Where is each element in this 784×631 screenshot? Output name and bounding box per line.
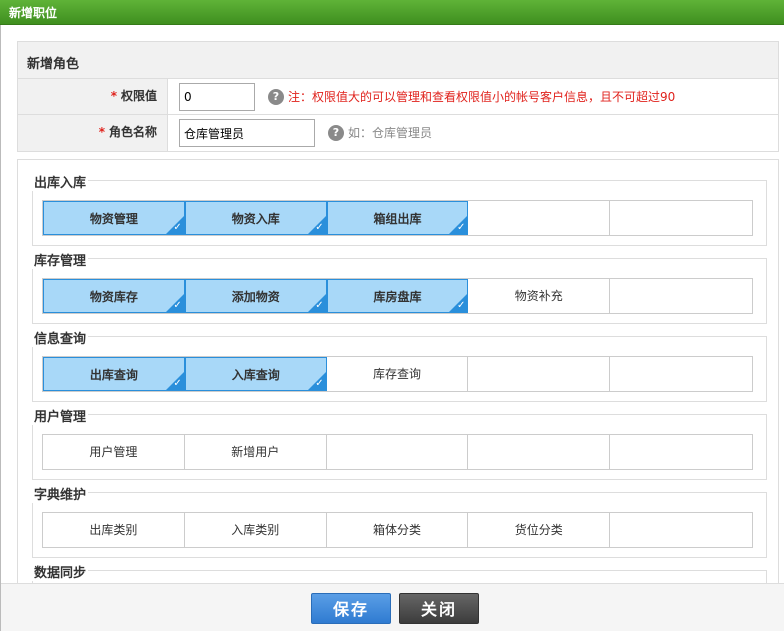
permission-item-label: 箱组出库 bbox=[373, 212, 422, 226]
permission-item-label: 库房盘库 bbox=[373, 290, 422, 304]
permission-item[interactable]: 箱体分类 bbox=[326, 513, 469, 547]
permission-item-label: 库存查询 bbox=[372, 367, 421, 381]
permission-item[interactable]: 添加物资 ✓ bbox=[184, 279, 327, 313]
window-titlebar: 新增职位 bbox=[0, 0, 784, 25]
level-hint: ? 注：权限值大的可以管理和查看权限值小的帐号客户信息，且不可超过90 bbox=[268, 88, 675, 105]
permission-item[interactable]: 入库查询 ✓ bbox=[184, 357, 327, 391]
permission-item[interactable]: 物资管理 ✓ bbox=[43, 201, 185, 235]
required-mark: * bbox=[98, 125, 105, 139]
checkmark-icon: ✓ bbox=[315, 378, 324, 389]
help-icon: ? bbox=[328, 124, 344, 141]
permission-item[interactable] bbox=[610, 279, 752, 313]
permission-item[interactable] bbox=[610, 435, 752, 469]
help-icon: ? bbox=[268, 88, 284, 105]
required-mark: * bbox=[110, 89, 117, 103]
permission-group-title: 用户管理 bbox=[32, 406, 89, 425]
permission-item-label: 添加物资 bbox=[231, 290, 280, 304]
name-label: * 角色名称 bbox=[18, 115, 168, 151]
dialog-footer: 保存 关闭 bbox=[1, 583, 784, 631]
permission-item-label: 出库类别 bbox=[89, 523, 138, 537]
permission-item-label: 物资管理 bbox=[89, 212, 138, 226]
name-hint: ? 如：仓库管理员 bbox=[328, 124, 432, 141]
form-header: 新增角色 bbox=[18, 42, 778, 79]
permission-item-label: 用户管理 bbox=[89, 445, 138, 459]
permission-grid: 物资管理 ✓ 物资入库 ✓ 箱组出库 ✓ bbox=[42, 200, 753, 236]
permission-item[interactable]: 出库查询 ✓ bbox=[43, 357, 185, 391]
checkmark-icon: ✓ bbox=[173, 378, 182, 389]
level-label: * 权限值 bbox=[18, 79, 168, 114]
permission-grid: 用户管理 新增用户 bbox=[42, 434, 753, 470]
permission-panel[interactable]: 出库入库 物资管理 ✓ 物资入库 ✓ 箱组出库 ✓ 库存管理 物资库存 ✓ 添加物资 ✓ 库房盘库 ✓ 物资… bbox=[17, 159, 779, 589]
permission-item-label: 入库查询 bbox=[231, 368, 280, 382]
permission-item-label: 物资库存 bbox=[89, 290, 138, 304]
name-row: *角色名称 ? 如：仓库管理员 bbox=[18, 115, 778, 151]
permission-item[interactable]: 物资库存 ✓ bbox=[43, 279, 185, 313]
permission-item[interactable]: 箱组出库 ✓ bbox=[326, 201, 469, 235]
checkmark-icon: ✓ bbox=[457, 222, 466, 233]
permission-item[interactable]: 新增用户 bbox=[184, 435, 327, 469]
permission-item-label: 货位分类 bbox=[514, 523, 563, 537]
name-hint-text: 如：仓库管理员 bbox=[348, 126, 433, 140]
permission-item[interactable] bbox=[468, 201, 611, 235]
permission-item[interactable]: 库房盘库 ✓ bbox=[326, 279, 469, 313]
permission-item-label: 物资入库 bbox=[231, 212, 280, 226]
dialog-body: 新增角色 *权限值 ? 注：权限值大的可以管理和查看权限值小的帐号客户信息，且不… bbox=[0, 25, 784, 631]
level-row: *权限值 ? 注：权限值大的可以管理和查看权限值小的帐号客户信息，且不可超过90 bbox=[18, 79, 778, 115]
close-button[interactable]: 关闭 bbox=[399, 593, 479, 624]
form-section-title: 新增角色 bbox=[27, 57, 80, 72]
permission-item[interactable]: 用户管理 bbox=[43, 435, 185, 469]
permission-item-label: 出库查询 bbox=[89, 368, 138, 382]
name-input[interactable] bbox=[179, 119, 315, 147]
checkmark-icon: ✓ bbox=[173, 300, 182, 311]
permission-item[interactable]: 库存查询 bbox=[326, 357, 469, 391]
save-button[interactable]: 保存 bbox=[311, 593, 391, 624]
permission-item[interactable] bbox=[610, 357, 752, 391]
checkmark-icon: ✓ bbox=[457, 300, 466, 311]
permission-item[interactable] bbox=[610, 513, 752, 547]
permission-grid: 物资库存 ✓ 添加物资 ✓ 库房盘库 ✓ 物资补充 bbox=[42, 278, 753, 314]
level-hint-text: 注：权限值大的可以管理和查看权限值小的帐号客户信息，且不可超过90 bbox=[288, 90, 676, 104]
window-title: 新增职位 bbox=[9, 6, 58, 20]
level-input[interactable] bbox=[179, 83, 255, 111]
permission-item[interactable]: 物资入库 ✓ bbox=[184, 201, 327, 235]
permission-item[interactable]: 物资补充 bbox=[468, 279, 611, 313]
permission-grid: 出库类别 入库类别 箱体分类 货位分类 bbox=[42, 512, 753, 548]
permission-item-label: 新增用户 bbox=[231, 445, 280, 459]
permission-item[interactable]: 货位分类 bbox=[468, 513, 611, 547]
permission-grid: 出库查询 ✓ 入库查询 ✓ 库存查询 bbox=[42, 356, 753, 392]
permission-group-title: 信息查询 bbox=[32, 328, 89, 347]
checkmark-icon: ✓ bbox=[173, 222, 182, 233]
permission-item[interactable]: 出库类别 bbox=[43, 513, 185, 547]
permission-item[interactable] bbox=[610, 201, 752, 235]
permission-item[interactable] bbox=[326, 435, 469, 469]
permission-group-title: 出库入库 bbox=[32, 172, 89, 191]
permission-group-title: 库存管理 bbox=[32, 250, 89, 269]
checkmark-icon: ✓ bbox=[315, 222, 324, 233]
permission-item[interactable] bbox=[468, 357, 611, 391]
permission-item-label: 箱体分类 bbox=[372, 523, 421, 537]
permission-item[interactable] bbox=[468, 435, 611, 469]
permission-item-label: 入库类别 bbox=[231, 523, 280, 537]
permission-item[interactable]: 入库类别 bbox=[184, 513, 327, 547]
checkmark-icon: ✓ bbox=[315, 300, 324, 311]
permission-item-label: 物资补充 bbox=[514, 289, 563, 303]
permission-group-title: 数据同步 bbox=[32, 562, 89, 581]
permission-group-title: 字典维护 bbox=[32, 484, 89, 503]
role-form: 新增角色 *权限值 ? 注：权限值大的可以管理和查看权限值小的帐号客户信息，且不… bbox=[17, 41, 779, 152]
